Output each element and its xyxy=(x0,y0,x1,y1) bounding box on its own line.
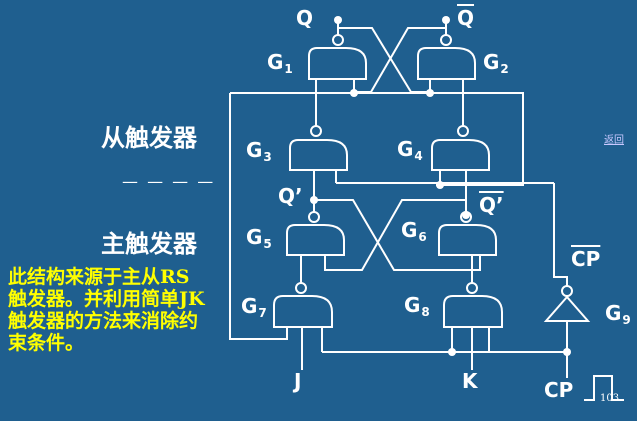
gate-g9 xyxy=(543,295,591,322)
input-j-label: J xyxy=(294,369,302,393)
q-prime-label: Q’ xyxy=(278,184,303,208)
gate-g3 xyxy=(289,139,348,171)
gate-g2 xyxy=(417,47,476,80)
inverter-bubble-g2 xyxy=(440,34,452,46)
gate-g4 xyxy=(431,139,490,171)
gate-g8 xyxy=(443,295,503,328)
slide: Q Q Q’ Q’ CP J K CP G1 G2 G3 G4 G5 G6 G7… xyxy=(0,0,637,421)
gate-label-g2: G2 xyxy=(483,50,509,76)
output-q-bar-label: Q xyxy=(457,6,475,30)
gate-g6 xyxy=(438,224,497,256)
slave-flipflop-title: 从触发器 xyxy=(101,124,197,152)
gate-g1 xyxy=(308,47,367,80)
gate-label-g5: G5 xyxy=(246,225,272,251)
inverter-bubble-g9 xyxy=(561,285,573,297)
junctions xyxy=(310,16,571,356)
gate-g5 xyxy=(286,224,345,256)
gate-label-g6: G6 xyxy=(401,218,427,244)
inverter-bubble-g4 xyxy=(457,125,469,137)
input-k-label: K xyxy=(462,369,478,393)
cp-bar-label: CP xyxy=(571,247,601,271)
output-q-label: Q xyxy=(296,6,314,30)
inverter-bubble-g5 xyxy=(308,211,320,223)
gate-g7 xyxy=(273,295,333,328)
page-number: 103 xyxy=(600,393,620,404)
gate-label-g1: G1 xyxy=(267,50,293,76)
master-flipflop-title: 主触发器 xyxy=(101,230,197,258)
explanation-note: 此结构来源于主从RS触发器。并利用简单JK触发器的方法来消除约束条件。 xyxy=(8,266,205,355)
gate-label-g8: G8 xyxy=(404,293,430,319)
gate-label-g7: G7 xyxy=(241,294,267,320)
q-prime-bar-label: Q’ xyxy=(479,193,504,217)
back-link[interactable]: 返回 xyxy=(604,131,624,146)
gate-label-g4: G4 xyxy=(397,137,423,163)
inverter-bubble-g8 xyxy=(466,282,478,294)
inverter-bubble-g7 xyxy=(295,282,307,294)
gate-label-g9: G9 xyxy=(605,301,631,327)
circuit-diagram xyxy=(229,16,624,401)
gate-label-g3: G3 xyxy=(246,138,272,164)
cp-label: CP xyxy=(544,378,574,402)
section-separator: — — — — xyxy=(122,172,216,191)
inverter-bubble-g1 xyxy=(332,34,344,46)
inverter-bubble-g3 xyxy=(310,125,322,137)
